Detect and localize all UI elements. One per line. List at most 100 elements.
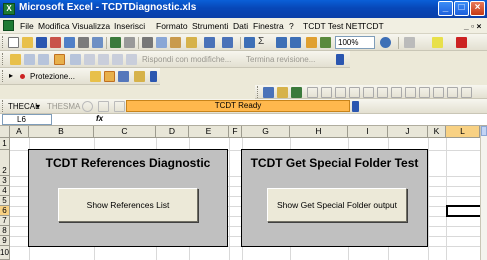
sort-ascending-icon[interactable]	[276, 37, 287, 48]
column-header-b[interactable]: B	[29, 126, 94, 138]
column-header-a[interactable]: A	[10, 126, 29, 138]
menu-visualizza[interactable]: Visualizza	[72, 21, 110, 31]
menu-tcdt[interactable]: TCDT	[361, 21, 384, 31]
column-header-h[interactable]: H	[290, 126, 348, 138]
chart-wizard-icon[interactable]	[306, 37, 317, 48]
review-icon-8[interactable]	[112, 54, 123, 65]
hyperlink-icon[interactable]	[244, 37, 255, 48]
tcdt-options-icon[interactable]	[352, 101, 359, 112]
row-header-3[interactable]: 3	[0, 176, 10, 186]
protect-icon-2[interactable]	[104, 71, 115, 82]
excel-app-icon[interactable]: X	[3, 3, 15, 15]
forms-icon-5[interactable]	[321, 87, 332, 98]
thesma-menu[interactable]: THESMA	[47, 102, 80, 111]
row-header-6[interactable]: 6	[0, 206, 10, 216]
forms-icon-9[interactable]	[377, 87, 388, 98]
column-header-e[interactable]: E	[189, 126, 229, 138]
row-header-1[interactable]: 1	[0, 138, 10, 150]
email-icon[interactable]	[64, 37, 75, 48]
workbook-icon[interactable]	[3, 20, 14, 31]
row-header-10[interactable]: 10	[0, 246, 10, 260]
active-cell[interactable]	[446, 205, 480, 217]
row-header-5[interactable]: 5	[0, 196, 10, 206]
borders-icon[interactable]	[404, 37, 415, 48]
menu-modifica[interactable]: Modifica	[38, 21, 70, 31]
autosum-icon[interactable]: Σ	[258, 37, 269, 48]
review-icon-2[interactable]	[24, 54, 35, 65]
cut-icon[interactable]	[142, 37, 153, 48]
forms-icon-4[interactable]	[307, 87, 318, 98]
close-button[interactable]: ×	[470, 1, 485, 16]
protect-icon-3[interactable]	[118, 71, 129, 82]
open-icon[interactable]	[22, 37, 33, 48]
column-header-j[interactable]: J	[388, 126, 428, 138]
review-icon-4[interactable]	[54, 54, 65, 65]
forms-icon-6[interactable]	[335, 87, 346, 98]
forms-icon-1[interactable]	[263, 87, 274, 98]
menu-help[interactable]: ?	[289, 21, 294, 31]
formula-input[interactable]	[110, 114, 480, 125]
print-icon[interactable]	[78, 37, 89, 48]
fill-color-icon[interactable]	[432, 37, 443, 48]
save-icon[interactable]	[36, 37, 47, 48]
column-header-i[interactable]: I	[348, 126, 388, 138]
protect-options-icon[interactable]	[150, 71, 157, 82]
fx-icon[interactable]: fx	[96, 114, 103, 123]
name-box[interactable]: L6	[2, 114, 52, 125]
research-icon[interactable]	[124, 37, 135, 48]
paste-icon[interactable]	[170, 37, 181, 48]
protect-icon-4[interactable]	[134, 71, 145, 82]
column-header-l[interactable]: L	[446, 126, 480, 138]
row-header-8[interactable]: 8	[0, 226, 10, 236]
undo-icon[interactable]	[204, 37, 215, 48]
forms-icon-15[interactable]	[461, 87, 472, 98]
gear-icon[interactable]	[82, 101, 93, 112]
review-icon-7[interactable]	[98, 54, 109, 65]
forms-icon-12[interactable]	[419, 87, 430, 98]
review-icon-6[interactable]	[84, 54, 95, 65]
row-header-7[interactable]: 7	[0, 216, 10, 226]
forms-icon-11[interactable]	[405, 87, 416, 98]
select-all-corner[interactable]	[0, 126, 10, 138]
forms-icon-2[interactable]	[277, 87, 288, 98]
spelling-icon[interactable]	[110, 37, 121, 48]
row-header-2[interactable]: 2	[0, 150, 10, 176]
toolbar-options-icon[interactable]	[336, 54, 344, 65]
cube-icon[interactable]	[98, 101, 109, 112]
review-icon-9[interactable]	[126, 54, 137, 65]
print-preview-icon[interactable]	[92, 37, 103, 48]
scroll-up-arrow-icon[interactable]	[481, 126, 487, 136]
review-icon-1[interactable]	[10, 54, 21, 65]
end-review-button[interactable]: Termina revisione...	[246, 55, 315, 64]
menu-file[interactable]: File	[20, 21, 34, 31]
row-header-9[interactable]: 9	[0, 236, 10, 246]
drawing-icon[interactable]	[320, 37, 331, 48]
show-special-folder-button[interactable]: Show Get Special Folder output	[267, 188, 407, 222]
column-header-g[interactable]: G	[242, 126, 290, 138]
worksheet-grid[interactable]: A B C D E F G H I J K L 1 2 3 4 5 6 7 8 …	[0, 126, 480, 260]
column-header-d[interactable]: D	[156, 126, 189, 138]
format-painter-icon[interactable]	[186, 37, 197, 48]
menu-tcdt-test-net[interactable]: TCDT Test NET	[303, 21, 363, 31]
grid-icon[interactable]	[114, 101, 125, 112]
thecal-menu[interactable]: THECAL	[8, 102, 40, 111]
maximize-button[interactable]: □	[454, 1, 469, 16]
protection-menu[interactable]: Protezione...	[30, 72, 75, 81]
column-header-f[interactable]: F	[229, 126, 242, 138]
sort-descending-icon[interactable]	[290, 37, 301, 48]
minimize-button[interactable]: _	[438, 1, 453, 16]
row-header-4[interactable]: 4	[0, 186, 10, 196]
forms-icon-10[interactable]	[391, 87, 402, 98]
font-color-icon[interactable]	[456, 37, 467, 48]
copy-icon[interactable]	[156, 37, 167, 48]
menu-strumenti[interactable]: Strumenti	[192, 21, 228, 31]
redo-icon[interactable]	[222, 37, 233, 48]
review-icon-3[interactable]	[38, 54, 49, 65]
menu-finestra[interactable]: Finestra	[253, 21, 284, 31]
new-icon[interactable]	[8, 37, 19, 48]
permission-icon[interactable]	[50, 37, 61, 48]
doc-minimize-icon[interactable]: _ ▫ ×	[464, 21, 481, 31]
vertical-scrollbar[interactable]	[480, 126, 487, 260]
menu-dati[interactable]: Dati	[233, 21, 248, 31]
menu-inserisci[interactable]: Inserisci	[114, 21, 145, 31]
